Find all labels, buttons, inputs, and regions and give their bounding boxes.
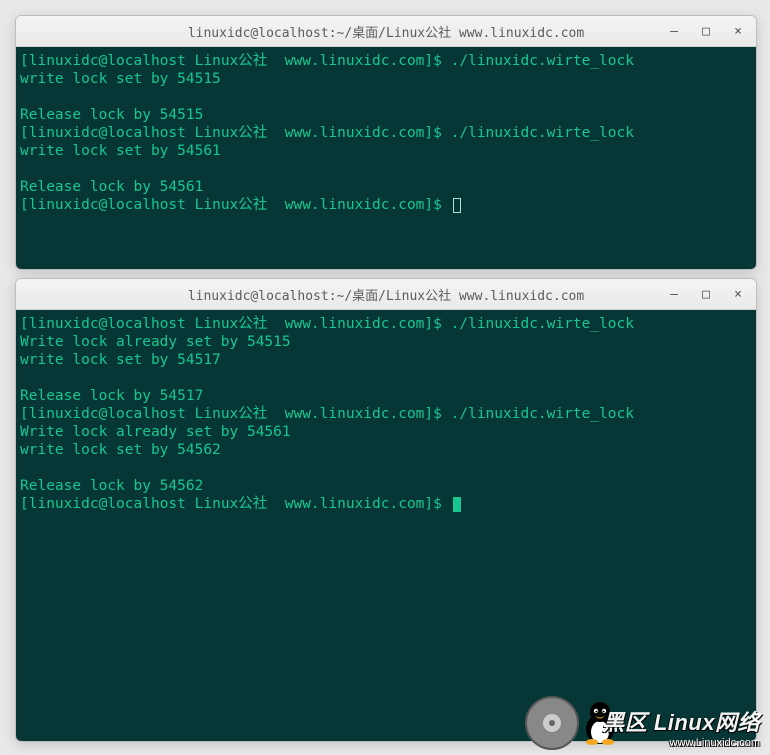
close-button[interactable]: × xyxy=(724,20,752,42)
minimize-button[interactable]: – xyxy=(660,283,688,305)
cursor-icon xyxy=(453,198,461,213)
maximize-button[interactable]: □ xyxy=(692,283,720,305)
window-title: linuxidc@localhost:~/桌面/Linux公社 www.linu… xyxy=(188,285,584,304)
terminal-window-foreground: linuxidc@localhost:~/桌面/Linux公社 www.linu… xyxy=(15,278,757,742)
titlebar[interactable]: linuxidc@localhost:~/桌面/Linux公社 www.linu… xyxy=(16,16,756,47)
window-controls: – □ × xyxy=(660,16,752,46)
window-title: linuxidc@localhost:~/桌面/Linux公社 www.linu… xyxy=(188,22,584,41)
terminal-area[interactable]: [linuxidc@localhost Linux公社 www.linuxidc… xyxy=(16,47,756,270)
titlebar[interactable]: linuxidc@localhost:~/桌面/Linux公社 www.linu… xyxy=(16,279,756,310)
terminal-window-background: linuxidc@localhost:~/桌面/Linux公社 www.linu… xyxy=(15,15,757,270)
maximize-button[interactable]: □ xyxy=(692,20,720,42)
minimize-button[interactable]: – xyxy=(660,20,688,42)
cursor-icon xyxy=(453,497,461,512)
window-controls: – □ × xyxy=(660,279,752,309)
terminal-area[interactable]: [linuxidc@localhost Linux公社 www.linuxidc… xyxy=(16,310,756,742)
close-button[interactable]: × xyxy=(724,283,752,305)
